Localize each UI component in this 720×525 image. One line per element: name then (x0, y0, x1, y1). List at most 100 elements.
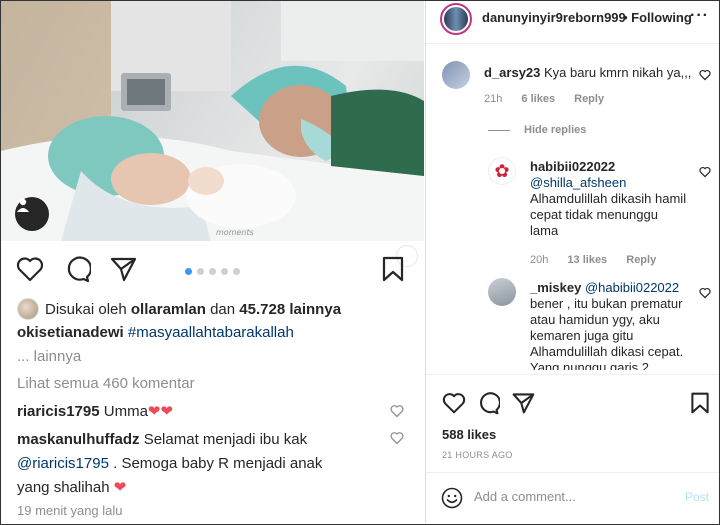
comment-username[interactable]: riaricis1795 (17, 403, 100, 420)
comment-like-heart-icon[interactable] (390, 404, 404, 418)
liker-avatar[interactable] (17, 298, 39, 320)
carousel-dot-active (185, 268, 192, 275)
reply-button[interactable]: Reply (626, 254, 656, 266)
comment-likes[interactable]: 6 likes (521, 93, 555, 105)
post-photo[interactable]: moments (1, 1, 424, 241)
comment-like-heart-icon[interactable] (699, 69, 711, 81)
following-button[interactable]: • Following (623, 10, 692, 25)
poster-username[interactable]: danunyinyir9reborn999 (482, 10, 626, 25)
comment-row: riaricis1795 Umma❤❤ (17, 402, 173, 420)
bookmark-icon (691, 392, 709, 414)
comment-text: atau hamidun ygy, aku (530, 312, 660, 327)
view-all-comments-link[interactable]: Lihat semua 460 komentar (17, 375, 195, 392)
heart-icon (16, 257, 44, 282)
hide-replies-label: Hide replies (524, 124, 587, 136)
comment-text: Kya baru kmrn nikah ya,,, (544, 65, 692, 80)
comment-like-heart-icon[interactable] (390, 431, 404, 445)
emoji-icon[interactable] (441, 487, 463, 509)
comment-text: Alhamdulillah dikasi cepat. (530, 344, 684, 359)
comment-text: lama (530, 223, 559, 238)
comment-text: Umma (103, 403, 148, 420)
caption: okisetianadewi #masyaallahtabarakallah (17, 324, 294, 341)
share-button[interactable] (507, 387, 539, 419)
share-icon (110, 257, 137, 282)
poster-avatar[interactable] (440, 3, 472, 35)
share-button[interactable] (107, 253, 139, 285)
comment-text: Yang nunggu garis 2 (530, 360, 650, 370)
comment-mention[interactable]: @riaricis1795 (17, 455, 109, 472)
share-icon (512, 393, 535, 414)
post-timestamp: 19 menit yang lalu (17, 503, 123, 518)
likes-count[interactable]: 45.728 lainnya (239, 301, 341, 318)
comment-row: maskanulhuffadz Selamat menjadi ibu kak (17, 431, 307, 448)
comment-button[interactable] (61, 253, 93, 285)
like-button[interactable] (438, 387, 470, 419)
comment-username[interactable]: maskanulhuffadz (17, 431, 140, 448)
comment-text: cepat tidak menunggu (530, 207, 658, 222)
likes-summary: Disukai oleh ollaramlan dan 45.728 lainn… (17, 298, 341, 320)
likes-and: dan (210, 300, 236, 318)
panel-likes-count[interactable]: 588 likes (442, 427, 496, 442)
liker-username[interactable]: ollaramlan (131, 301, 206, 318)
heart-icon (442, 393, 466, 414)
comment-text: . Semoga baby R menjadi anak (113, 455, 323, 472)
photo-watermark: moments (216, 228, 254, 237)
reply-button[interactable]: Reply (574, 93, 604, 105)
carousel-dot (209, 268, 216, 275)
add-comment-input[interactable] (474, 489, 674, 504)
comments-panel: danunyinyir9reborn999 • Following ··· d_… (425, 1, 719, 523)
reply-row: _miskey @habibii022022 bener , itu bukan… (530, 280, 700, 370)
rose-icon: ✿ (494, 160, 510, 181)
comment-like-heart-icon[interactable] (699, 287, 711, 299)
comment-username[interactable]: _miskey (530, 280, 581, 295)
comment-text: bener , itu bukan prematur (530, 296, 683, 311)
comment-button[interactable] (472, 387, 504, 419)
carousel-indicator (185, 268, 240, 275)
comment-like-heart-icon[interactable] (699, 166, 711, 178)
more-options-icon[interactable]: ··· (690, 7, 709, 25)
comment-time: 20h (530, 254, 549, 266)
comment-text: yang shalihah (17, 479, 110, 496)
carousel-dot (197, 268, 204, 275)
caption-more-link[interactable]: ... lainnya (17, 348, 81, 365)
post-comment-button[interactable]: Post (685, 490, 709, 504)
comment-time: 21h (484, 93, 503, 105)
comment-text: kemaren juga gitu (530, 328, 634, 343)
carousel-dot (221, 268, 228, 275)
photo-illustration: moments (1, 1, 424, 241)
comment-text: Selamat menjadi ibu kak (143, 431, 308, 448)
comment-icon (67, 256, 91, 283)
comment-likes[interactable]: 13 likes (567, 254, 607, 266)
commenter-avatar[interactable] (442, 61, 470, 89)
reply-row: habibii022022 @shilla_afsheen Alhamdulil… (530, 159, 700, 239)
comment-row: d_arsy23 Kya baru kmrn nikah ya,,, (484, 65, 691, 81)
comment-meta: 20h 13 likes Reply (530, 254, 672, 266)
carousel-dot (233, 268, 240, 275)
panel-timestamp: 21 HOURS AGO (442, 450, 513, 460)
comment-text: Alhamdulillah dikasih hamil (530, 191, 687, 206)
comment-username[interactable]: habibii022022 (530, 159, 700, 175)
commenter-avatar[interactable]: ✿ (488, 157, 516, 185)
comment-username[interactable]: d_arsy23 (484, 65, 540, 80)
commenter-avatar[interactable] (488, 278, 516, 306)
add-comment-bar: Post (426, 472, 719, 523)
save-button[interactable] (684, 387, 716, 419)
panel-header: danunyinyir9reborn999 • Following ··· (426, 1, 719, 44)
save-button[interactable] (377, 253, 409, 285)
panel-actions (426, 374, 719, 424)
comment-icon (480, 392, 500, 415)
like-button[interactable] (14, 253, 46, 285)
post-panel: moments Disukai oleh ollaramlan dan 45.7… (1, 1, 424, 523)
comment-meta: 21h 6 likes Reply (484, 93, 620, 105)
hide-replies-button[interactable]: Hide replies (488, 124, 586, 136)
comment-mention[interactable]: @shilla_afsheen (530, 175, 700, 191)
caption-username[interactable]: okisetianadewi (17, 324, 124, 341)
heart-emoji: ❤ (113, 479, 127, 496)
tagged-user-icon[interactable] (15, 197, 49, 231)
likes-prefix: Disukai oleh (45, 300, 127, 318)
hide-replies-rule (488, 129, 510, 131)
comment-mention[interactable]: @habibii022022 (585, 280, 679, 295)
caption-hashtag[interactable]: #masyaallahtabarakallah (128, 324, 294, 341)
comment-continuation: yang shalihah ❤ (17, 478, 126, 496)
comment-continuation: @riaricis1795 . Semoga baby R menjadi an… (17, 455, 322, 472)
